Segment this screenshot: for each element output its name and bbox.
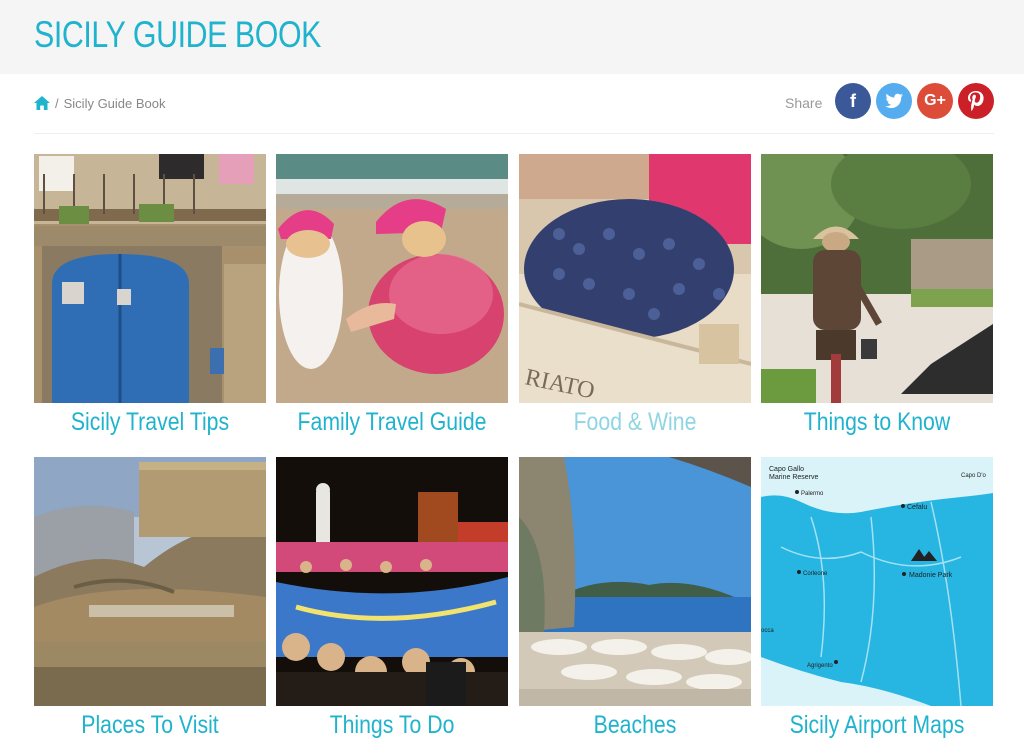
grapes-photo: RIATO xyxy=(519,154,751,403)
map-photo: Capo Gallo Marine Reserve Palermo Cefalu… xyxy=(761,457,993,706)
cyclist-photo xyxy=(761,154,993,403)
map-label: Corleone xyxy=(803,571,828,577)
tile-photo[interactable] xyxy=(276,154,508,403)
beach-kids-photo xyxy=(276,154,508,403)
tile-photo[interactable] xyxy=(34,457,266,706)
blue-door-photo xyxy=(34,154,266,403)
tile-label[interactable]: Sicily Airport Maps xyxy=(778,711,975,740)
pinterest-icon xyxy=(968,91,984,111)
breadcrumb-current: Sicily Guide Book xyxy=(63,95,166,111)
google-plus-share-button[interactable]: G+ xyxy=(917,83,953,119)
google-plus-icon: G+ xyxy=(924,92,946,109)
tile-things-to-know[interactable]: Things to Know xyxy=(761,154,993,444)
tile-photo[interactable] xyxy=(519,457,751,706)
tile-photo[interactable] xyxy=(276,457,508,706)
tile-photo[interactable] xyxy=(761,154,993,403)
map-label: Palermo xyxy=(801,491,824,497)
tile-label[interactable]: Places To Visit xyxy=(51,711,248,740)
map-label: Capo D'o xyxy=(961,473,986,479)
map-label: Marine Reserve xyxy=(769,474,819,481)
site-header: SICILY GUIDE BOOK xyxy=(0,0,1024,74)
tile-places-to-visit[interactable]: Places To Visit xyxy=(34,457,266,747)
tile-photo[interactable]: Capo Gallo Marine Reserve Palermo Cefalu… xyxy=(761,457,993,706)
home-icon[interactable] xyxy=(34,96,50,110)
breadcrumb: / Sicily Guide Book xyxy=(34,93,166,113)
map-label: Agrigento xyxy=(807,663,833,669)
map-label: Madonie Park xyxy=(909,572,953,579)
tile-label[interactable]: Beaches xyxy=(536,711,733,740)
tile-photo[interactable]: RIATO xyxy=(519,154,751,403)
pinterest-share-button[interactable] xyxy=(958,83,994,119)
castle-photo xyxy=(34,457,266,706)
twitter-icon xyxy=(885,93,903,109)
site-title[interactable]: SICILY GUIDE BOOK xyxy=(34,14,321,56)
festival-photo xyxy=(276,457,508,706)
tile-family-travel-guide[interactable]: Family Travel Guide xyxy=(276,154,508,444)
twitter-share-button[interactable] xyxy=(876,83,912,119)
tile-label[interactable]: Family Travel Guide xyxy=(293,408,490,437)
tile-beaches[interactable]: Beaches xyxy=(519,457,751,747)
tile-sicily-travel-tips[interactable]: Sicily Travel Tips xyxy=(34,154,266,444)
beach-umbrellas-photo xyxy=(519,457,751,706)
map-label: occa xyxy=(761,628,774,634)
breadcrumb-separator: / xyxy=(55,95,59,111)
tile-sicily-airport-maps[interactable]: Capo Gallo Marine Reserve Palermo Cefalu… xyxy=(761,457,993,747)
share-label: Share xyxy=(785,95,823,111)
tile-label[interactable]: Sicily Travel Tips xyxy=(51,408,248,437)
tile-food-wine[interactable]: RIATO Food & Wine xyxy=(519,154,751,444)
tile-label[interactable]: Things to Know xyxy=(778,408,975,437)
tile-photo[interactable] xyxy=(34,154,266,403)
header-divider xyxy=(34,133,994,134)
tile-label[interactable]: Things To Do xyxy=(293,711,490,740)
tile-label[interactable]: Food & Wine xyxy=(536,408,733,437)
facebook-icon: f xyxy=(850,90,856,111)
tile-things-to-do[interactable]: Things To Do xyxy=(276,457,508,747)
map-label: Capo Gallo xyxy=(769,466,804,473)
map-label: Cefalu xyxy=(907,504,927,511)
facebook-share-button[interactable]: f xyxy=(835,83,871,119)
